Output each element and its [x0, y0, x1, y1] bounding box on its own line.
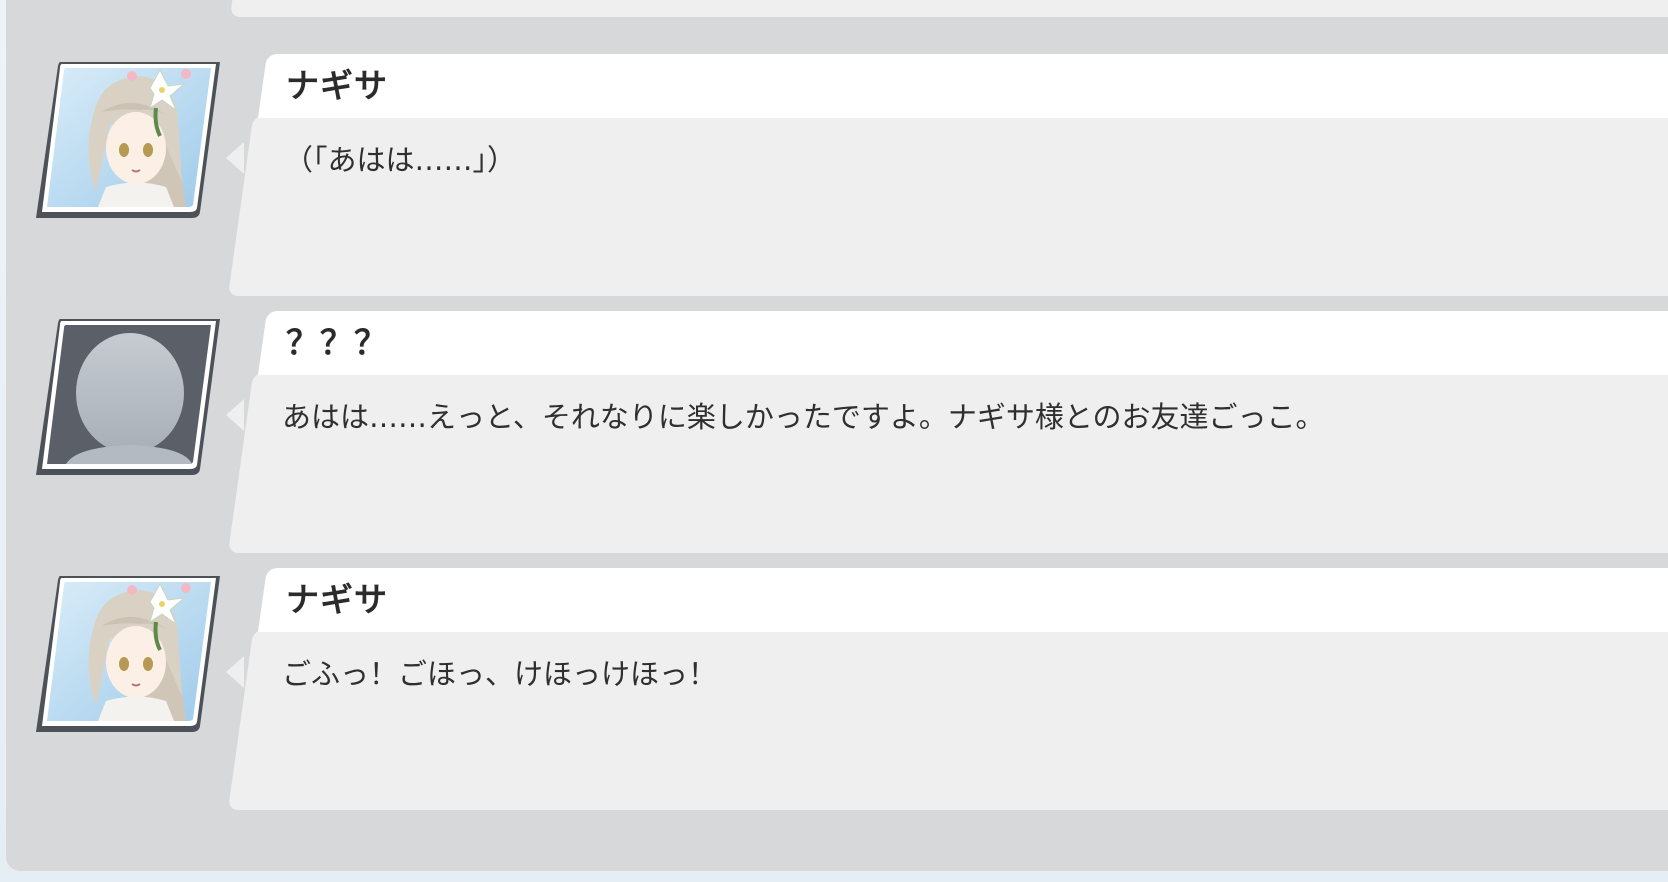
dialog-text: あはは……えっと、それなりに楽しかったですよ。ナギサ様とのお友達ごっこ。: [282, 400, 1325, 434]
speech-pointer: [226, 399, 244, 431]
speech-pointer: [226, 142, 244, 174]
nagisa-portrait-icon[interactable]: [36, 576, 220, 732]
log-entry: ？？？ あはは……えっと、それなりに楽しかったですよ。ナギサ様とのお友達ごっこ。: [0, 311, 1668, 567]
log-entry: ナギサ （「あはは……」）: [0, 54, 1668, 310]
unknown-speaker-silhouette-icon[interactable]: [36, 319, 220, 475]
speaker-name: ？？？: [286, 323, 388, 362]
speaker-name: ナギサ: [286, 580, 388, 619]
speaker-name-bar: [258, 311, 1668, 375]
speaker-name-bar: [258, 54, 1668, 118]
dialog-text: ごふっ！ごほっ、けほっけほっ！: [282, 657, 718, 691]
log-entry: ナギサ ごふっ！ごほっ、けほっけほっ！: [0, 568, 1668, 824]
speaker-name: ナギサ: [286, 66, 388, 105]
speech-pointer: [226, 656, 244, 688]
previous-dialog-box-edge: [230, 0, 1668, 17]
nagisa-portrait-icon[interactable]: [36, 62, 220, 218]
speaker-name-bar: [258, 568, 1668, 632]
dialog-text: （「あはは……」）: [284, 143, 517, 177]
